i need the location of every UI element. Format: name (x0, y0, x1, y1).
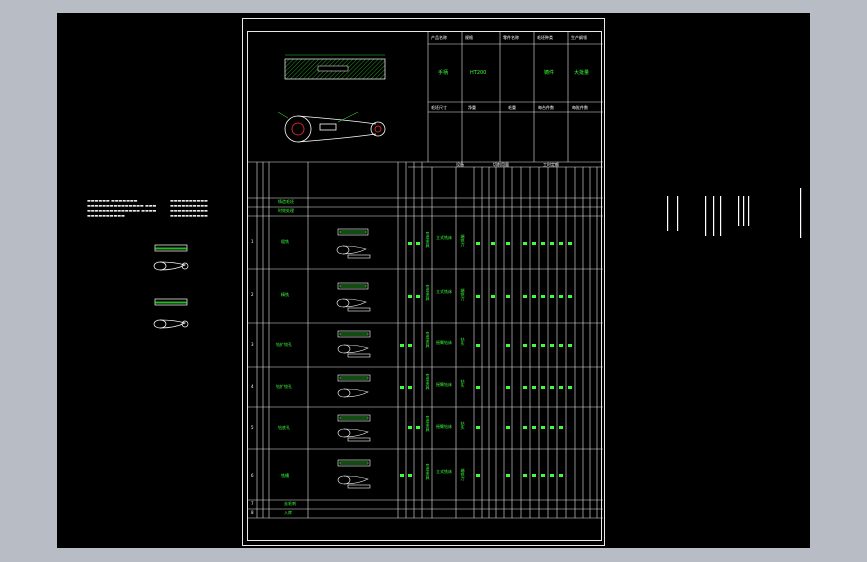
row-4-machine: 摇臂钻床 (436, 382, 452, 387)
row-5-name: 钻底孔 (278, 425, 290, 430)
row-4-name: 钻扩铰孔 (276, 384, 292, 389)
tb-value-volume: 大批量 (574, 70, 590, 76)
tb-value-blank: 铸件 (544, 70, 555, 76)
row-7-no: 7 (251, 501, 254, 506)
numeric-cells (400, 242, 572, 477)
group-equipment: 设备 (456, 162, 464, 167)
row-4-fixture: 专用夹具 (425, 373, 430, 390)
row-cast-name: 铸造毛坯 (278, 199, 294, 204)
tb-bottom-net: 净重 (468, 105, 476, 110)
tb-bottom-per-batch: 每批件数 (572, 105, 588, 110)
part-top-view (284, 54, 386, 80)
cad-drawing-canvas[interactable]: ▬▬▬▬▬▬ ▬▬▬▬▬▬▬ ▬▬▬▬▬▬▬▬▬▬▬▬▬▬▬ ▬▬▬ ▬▬▬▬▬… (57, 13, 810, 548)
screen: { "colors": { "background": "#b8bcc4", "… (0, 0, 867, 562)
drawing-frame: 产品名称 规格 零件名称 毛坯种类 生产纲领 手柄 HT200 铸件 大批量 毛… (247, 31, 603, 541)
tb-value-spec: HT200 (470, 70, 487, 76)
row-8-name: 入库 (284, 510, 292, 515)
row-2-no: 2 (251, 292, 254, 297)
row-3-fixture: 专用夹具 (425, 331, 430, 348)
tb-header-volume: 生产纲领 (571, 35, 587, 40)
row-5-machine: 摇臂钻床 (436, 424, 452, 429)
tb-bottom-size: 毛坯尺寸 (431, 105, 447, 110)
row-6-fixture: 专用夹具 (425, 463, 430, 480)
tb-header-product: 产品名称 (431, 35, 447, 40)
tb-bottom-gross: 毛重 (508, 105, 516, 110)
row-3-tool: 钻头 (460, 337, 465, 346)
row-7-name: 去毛刺 (284, 501, 296, 506)
row-5-tool: 钻头 (460, 421, 465, 430)
row-2-name: 精铣 (281, 292, 289, 297)
row-6-tool: 端铣刀 (460, 468, 465, 481)
group-time: 工时定额 (543, 162, 559, 167)
row-4-tool: 钻头 (460, 379, 465, 388)
row-aging-name: 时效处理 (278, 208, 294, 213)
row-2-machine: 立式铣床 (436, 289, 452, 294)
group-cutting: 切削用量 (493, 162, 509, 167)
tb-header-spec: 规格 (465, 35, 473, 40)
drawing-sheet: 产品名称 规格 零件名称 毛坯种类 生产纲领 手柄 HT200 铸件 大批量 毛… (242, 18, 605, 546)
left-sketch-1 (153, 244, 189, 271)
row-3-name: 钻扩铰孔 (276, 342, 292, 347)
row-2-fixture: 专用夹具 (425, 284, 430, 301)
row-2-tool: 端铣刀 (460, 288, 465, 301)
tb-value-product: 手柄 (438, 70, 449, 76)
row-3-machine: 摇臂钻床 (436, 340, 452, 345)
row-6-name: 铣槽 (281, 473, 289, 478)
row-1-machine: 立式铣床 (436, 235, 452, 240)
row-5-no: 5 (251, 425, 254, 430)
part-front-view (277, 111, 386, 143)
row-1-fixture: 专用夹具 (425, 231, 430, 248)
row-1-name: 粗铣 (281, 239, 289, 244)
row-6-machine: 立式铣床 (436, 469, 452, 474)
row-8-no: 8 (251, 510, 254, 515)
right-annotations (667, 188, 802, 238)
left-sketch-2 (153, 298, 189, 329)
row-6-no: 6 (251, 473, 254, 478)
row-3-no: 3 (251, 342, 254, 347)
row-1-no: 1 (251, 239, 254, 244)
tb-header-part: 零件名称 (503, 35, 519, 40)
row-4-no: 4 (251, 384, 254, 389)
row-5-fixture: 专用夹具 (425, 415, 430, 432)
tb-bottom-per-unit: 每台件数 (538, 105, 554, 110)
row-1-tool: 端铣刀 (460, 234, 465, 247)
tb-header-blank: 毛坯种类 (537, 35, 553, 40)
